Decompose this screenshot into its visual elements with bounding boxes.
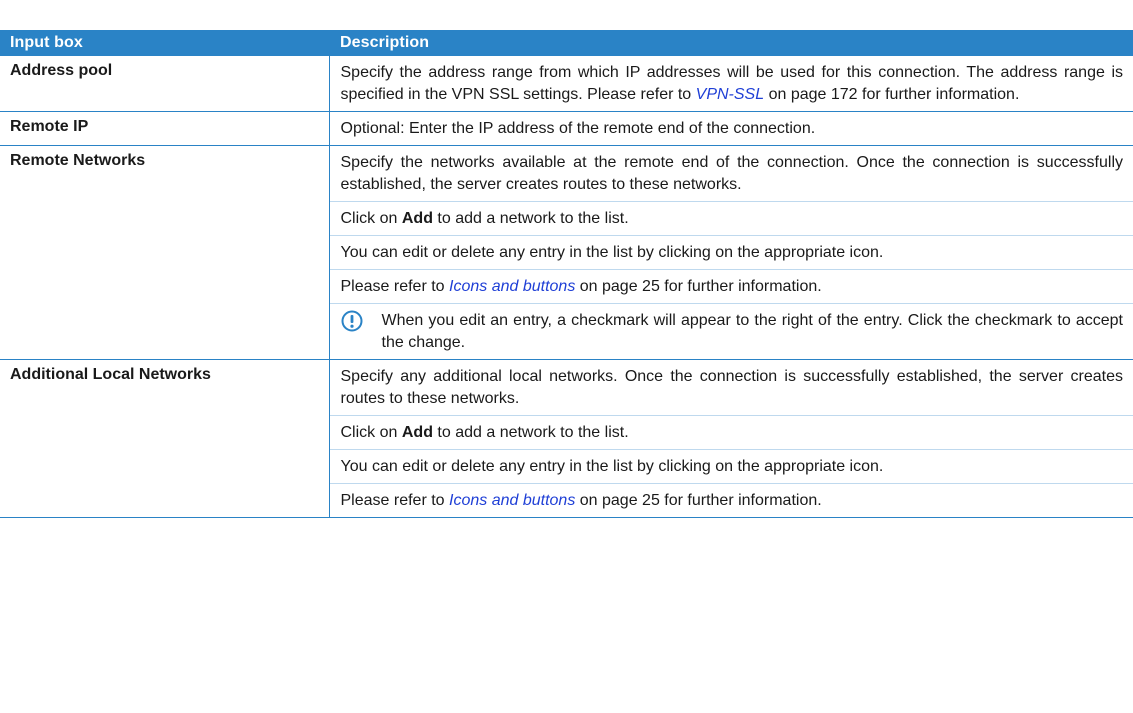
description-paragraph: Specify the address range from which IP … — [330, 56, 1133, 111]
row-description: Specify any additional local networks. O… — [328, 359, 1133, 518]
document-page: Input box Description Address pool Speci… — [0, 0, 1133, 713]
row-label: Remote Networks — [10, 152, 146, 169]
description-paragraph: Specify any additional local networks. O… — [340, 368, 1124, 407]
text-span: Click on — [340, 424, 402, 441]
input-box-description-table: Input box Description Address pool Speci… — [0, 30, 1133, 518]
bold-add: Add — [401, 210, 433, 227]
text-span: to add a network to the list. — [432, 210, 629, 227]
description-paragraph: Specify the networks available at the re… — [340, 154, 1124, 193]
table-row-remote-networks: Remote Networks Specify the networks ava… — [0, 145, 1133, 360]
description-paragraph: Click on Add to add a network to the lis… — [329, 201, 1133, 235]
row-description: Specify the networks available at the re… — [328, 145, 1133, 360]
header-input-box: Input box — [0, 30, 329, 56]
row-label: Address pool — [10, 62, 113, 79]
description-paragraph: Optional: Enter the IP address of the re… — [340, 120, 816, 137]
link-icons-and-buttons[interactable]: Icons and buttons — [449, 492, 575, 509]
text-span: on page 25 for further information. — [575, 492, 822, 509]
table-row-additional-local-networks: Additional Local Networks Specify any ad… — [0, 359, 1133, 518]
description-paragraph: You can edit or delete any entry in the … — [329, 235, 1133, 269]
note-box: When you edit an entry, a checkmark will… — [329, 303, 1133, 359]
exclamation-circle-icon — [341, 310, 362, 332]
text-span: on page 25 for further information. — [575, 278, 822, 295]
text-span: Please refer to — [340, 278, 449, 295]
description-paragraph: You can edit or delete any entry in the … — [329, 449, 1133, 483]
row-label: Remote IP — [10, 118, 89, 135]
row-description: Specify the address range from which IP … — [328, 56, 1133, 112]
description-paragraph: Please refer to Icons and buttons on pag… — [329, 483, 1133, 517]
header-description: Description — [329, 30, 1133, 56]
text-span: to add a network to the list. — [432, 424, 629, 441]
text-span: on page 172 for further information. — [764, 86, 1020, 103]
bold-add: Add — [401, 424, 433, 441]
link-icons-and-buttons[interactable]: Icons and buttons — [449, 278, 575, 295]
table-row-address-pool: Address pool Specify the address range f… — [0, 56, 1133, 112]
note-text: When you edit an entry, a checkmark will… — [381, 312, 1124, 351]
description-paragraph: Please refer to Icons and buttons on pag… — [329, 269, 1133, 303]
table-header-row: Input box Description — [0, 30, 1133, 56]
row-description: Optional: Enter the IP address of the re… — [328, 111, 1133, 146]
text-span: Please refer to — [340, 492, 449, 509]
description-paragraph: Click on Add to add a network to the lis… — [329, 415, 1133, 449]
row-label: Additional Local Networks — [10, 366, 211, 383]
table-row-remote-ip: Remote IP Optional: Enter the IP address… — [0, 111, 1133, 146]
link-vpn-ssl[interactable]: VPN-SSL — [696, 86, 764, 103]
text-span: Click on — [340, 210, 402, 227]
